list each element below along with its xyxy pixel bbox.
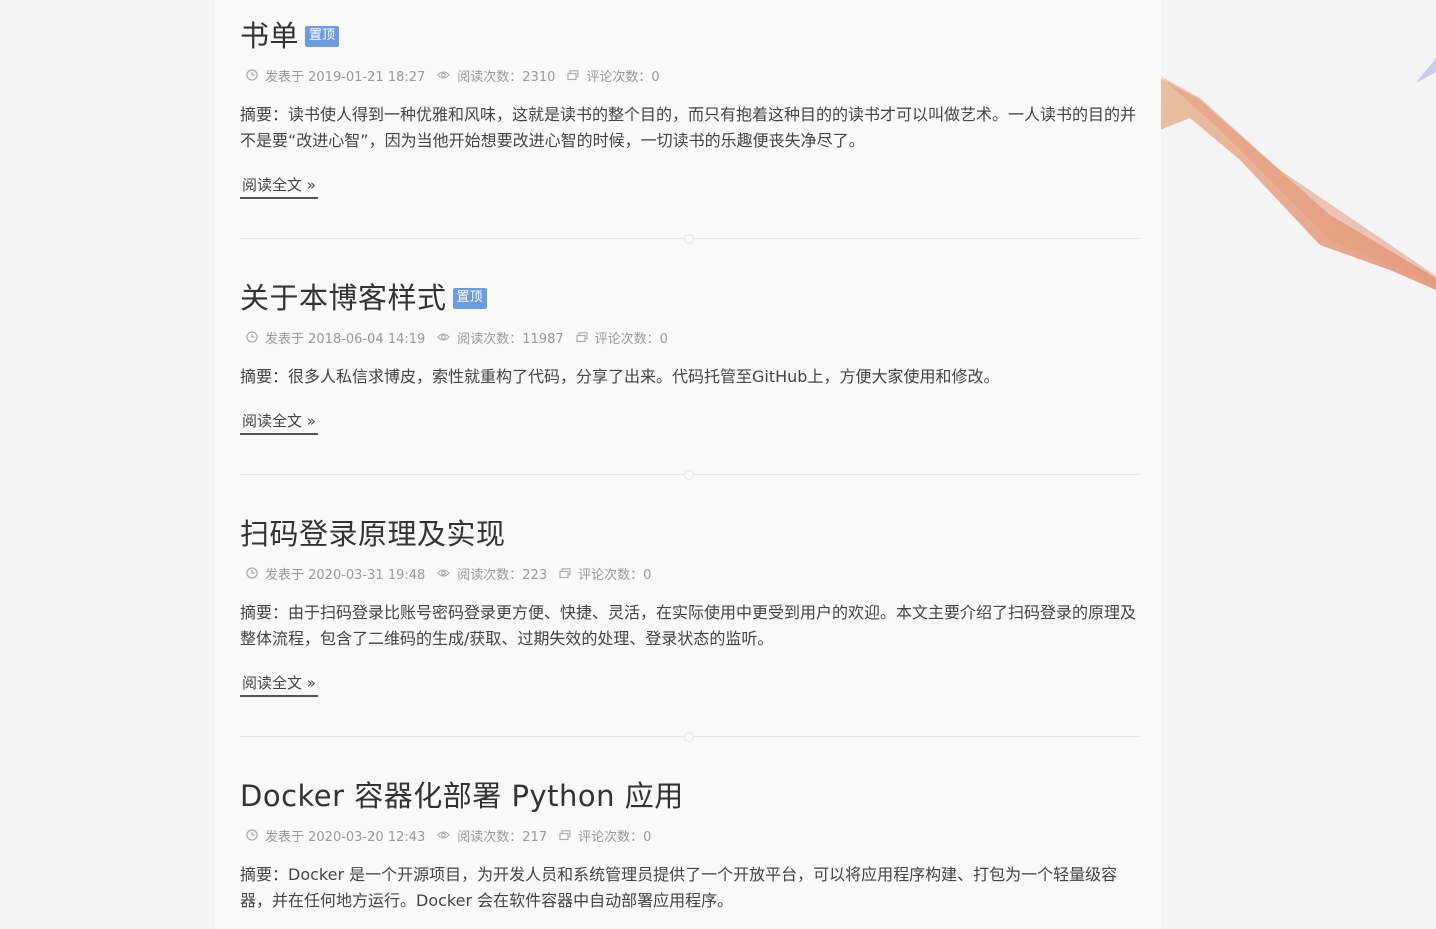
post-comments-text: 评论次数：0 [578,567,652,583]
post-views-text: 阅读次数：223 [457,567,548,583]
comment-icon [576,331,588,342]
post-item: 扫码登录原理及实现 发表于 2020-03-31 19:48 阅读次数：223 … [240,512,1140,697]
clock-icon [246,567,258,579]
post-meta: 发表于 2020-03-20 12:43 阅读次数：217 评论次数：0 [240,826,1140,845]
post-meta: 发表于 2020-03-31 19:48 阅读次数：223 评论次数：0 [240,564,1140,583]
post-date: 发表于 2020-03-20 12:43 [246,826,425,845]
clock-icon [246,829,258,841]
post-summary: 摘要：读书使人得到一种优雅和风味，这就是读书的整个目的，而只有抱着这种目的的读书… [240,105,1137,150]
comment-icon [567,69,579,80]
pinned-badge: 置顶 [452,287,487,309]
comment-icon [559,829,571,840]
post-date-text: 发表于 2020-03-31 19:48 [265,567,426,583]
post-views: 阅读次数：223 [437,564,547,583]
post-meta: 发表于 2018-06-04 14:19 阅读次数：11987 评论次数：0 [240,328,1140,347]
eye-icon [437,71,451,79]
comment-icon [559,567,571,578]
pinned-badge: 置顶 [305,25,340,47]
eye-icon [437,333,451,341]
post-divider [240,234,1140,244]
post-divider [240,470,1140,480]
blog-page: 书单 置顶 发表于 2019-01-21 18:27 阅读次数：2310 评论次… [0,0,1436,929]
post-date-text: 发表于 2020-03-20 12:43 [265,829,426,845]
read-more-link[interactable]: 阅读全文 » [240,672,318,697]
post-date-text: 发表于 2019-01-21 18:27 [265,69,426,85]
post-summary: 摘要：由于扫码登录比账号密码登录更方便、快捷、灵活，在实际使用中更受到用户的欢迎… [240,603,1137,648]
post-item: Docker 容器化部署 Python 应用 发表于 2020-03-20 12… [240,774,1140,914]
post-item: 关于本博客样式 置顶 发表于 2018-06-04 14:19 阅读次数：119… [240,276,1140,435]
clock-icon [246,69,258,81]
post-title-row: Docker 容器化部署 Python 应用 [240,774,1140,814]
read-more-link[interactable]: 阅读全文 » [240,410,318,435]
post-title-link[interactable]: 关于本博客样式 [240,275,447,317]
post-views: 阅读次数：217 [437,826,547,845]
post-comments[interactable]: 评论次数：0 [559,826,651,845]
post-comments[interactable]: 评论次数：0 [567,66,660,85]
post-summary: 摘要：很多人私信求博皮，索性就重构了代码，分享了出来。代码托管至GitHub上，… [240,367,1000,386]
clock-icon [246,331,258,343]
post-meta: 发表于 2019-01-21 18:27 阅读次数：2310 评论次数：0 [240,66,1140,85]
post-item: 书单 置顶 发表于 2019-01-21 18:27 阅读次数：2310 评论次… [240,14,1140,199]
post-views-text: 阅读次数：11987 [457,331,564,347]
post-date-text: 发表于 2018-06-04 14:19 [265,331,426,347]
post-title-row: 关于本博客样式 置顶 [240,276,1140,316]
read-more-link[interactable]: 阅读全文 » [240,174,318,199]
post-views-text: 阅读次数：217 [457,829,548,845]
post-title-link[interactable]: 扫码登录原理及实现 [240,511,506,553]
post-divider [240,732,1140,742]
post-date: 发表于 2019-01-21 18:27 [246,66,425,85]
post-views: 阅读次数：2310 [437,66,555,85]
post-date: 发表于 2020-03-31 19:48 [246,564,425,583]
post-date: 发表于 2018-06-04 14:19 [246,328,425,347]
post-comments[interactable]: 评论次数：0 [559,564,651,583]
post-comments-text: 评论次数：0 [594,331,668,347]
post-comments[interactable]: 评论次数：0 [576,328,668,347]
post-views-text: 阅读次数：2310 [457,69,556,85]
post-views: 阅读次数：11987 [437,328,564,347]
post-summary: 摘要：Docker 是一个开源项目，为开发人员和系统管理员提供了一个开放平台，可… [240,865,1118,910]
post-comments-text: 评论次数：0 [578,829,652,845]
eye-icon [437,569,451,577]
eye-icon [437,831,451,839]
post-title-link[interactable]: 书单 [240,13,299,55]
post-title-link[interactable]: Docker 容器化部署 Python 应用 [240,773,684,815]
post-title-row: 扫码登录原理及实现 [240,512,1140,552]
post-comments-text: 评论次数：0 [586,69,660,85]
post-title-row: 书单 置顶 [240,14,1140,54]
